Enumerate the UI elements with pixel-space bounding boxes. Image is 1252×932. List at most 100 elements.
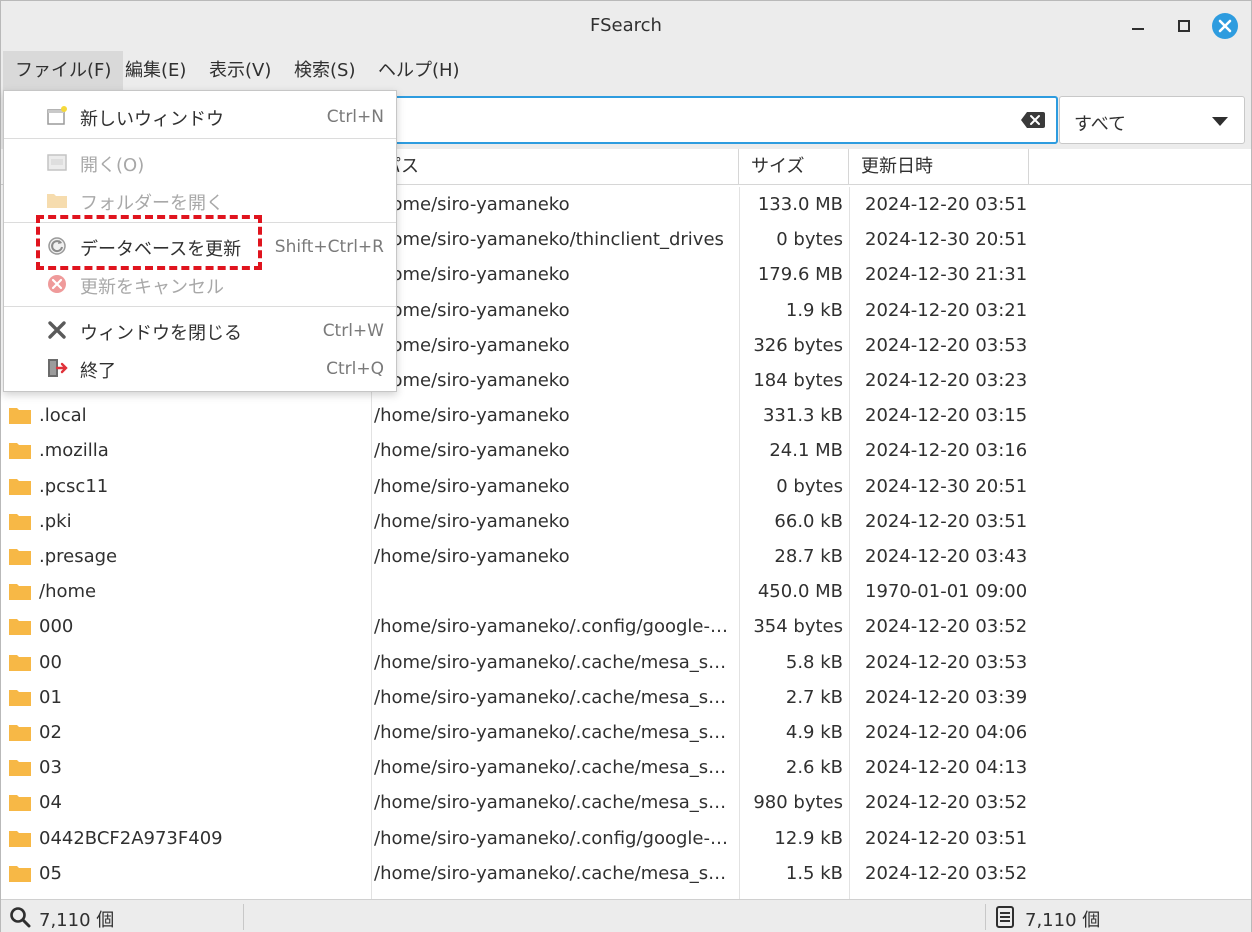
- file-size: 1.5 kB: [785, 863, 843, 884]
- open-folder-icon: [47, 194, 67, 208]
- menu-item-update-database[interactable]: データベースを更新 Shift+Ctrl+R: [4, 227, 396, 265]
- maximize-button[interactable]: [1171, 13, 1197, 39]
- file-path: /home/siro-yamaneko: [374, 300, 570, 321]
- file-size: 24.1 MB: [769, 440, 843, 461]
- file-size: 2.7 kB: [785, 687, 843, 708]
- table-row[interactable]: 00/home/siro-yamaneko/.cache/mesa_s… 5.8 …: [1, 645, 1251, 680]
- menu-view[interactable]: 表示(V): [197, 51, 283, 91]
- file-size: 331.3 kB: [762, 405, 843, 426]
- folder-icon: [9, 725, 31, 741]
- search-icon: [10, 907, 31, 928]
- database-count: 7,110 個: [1025, 910, 1101, 931]
- file-path: /home/siro-yamaneko/.cache/mesa_s…: [374, 687, 727, 708]
- table-row[interactable]: 0442BCF2A973F409/home/siro-yamaneko/.con…: [1, 821, 1251, 856]
- menu-item-open[interactable]: 開く(O): [4, 143, 396, 181]
- table-row[interactable]: .local/home/siro-yamaneko 331.3 kB 2024-12…: [1, 398, 1251, 433]
- table-row[interactable]: 02/home/siro-yamaneko/.cache/mesa_s… 4.9 …: [1, 715, 1251, 750]
- file-size: 179.6 MB: [757, 264, 843, 285]
- file-name: 000: [39, 616, 74, 637]
- menu-file[interactable]: ファイル(F): [3, 51, 124, 91]
- clear-search-icon[interactable]: [1020, 111, 1046, 129]
- menu-item-close-window[interactable]: ウィンドウを閉じる Ctrl+W: [4, 311, 396, 349]
- menu-item-label: 終了: [80, 361, 116, 382]
- close-window-icon: [48, 321, 66, 339]
- menu-item-open-folder[interactable]: フォルダーを開く: [4, 181, 396, 219]
- file-modified: 2024-12-20 03:21: [865, 300, 1028, 321]
- menu-item-shortcut: Ctrl+Q: [326, 359, 384, 379]
- file-modified: 2024-12-20 03:52: [865, 616, 1028, 637]
- file-name: .pki: [39, 511, 72, 532]
- folder-icon: [9, 831, 31, 847]
- close-button[interactable]: [1212, 13, 1238, 39]
- column-size[interactable]: サイズ: [739, 149, 849, 185]
- file-size: 450.0 MB: [757, 581, 843, 602]
- menu-item-label: 更新をキャンセル: [80, 277, 224, 298]
- folder-icon: [9, 690, 31, 706]
- menu-edit[interactable]: 編集(E): [113, 51, 198, 91]
- file-name: .local: [39, 405, 87, 426]
- table-row[interactable]: .presage/home/siro-yamaneko 28.7 kB 2024-1…: [1, 539, 1251, 574]
- file-path: /home/siro-yamaneko: [374, 405, 570, 426]
- file-size: 66.0 kB: [774, 511, 843, 532]
- table-row[interactable]: .pcsc11/home/siro-yamaneko 0 bytes 2024-12…: [1, 469, 1251, 504]
- result-count: 7,110 個: [39, 910, 115, 931]
- title-bar: FSearch: [1, 1, 1251, 51]
- table-row[interactable]: 03/home/siro-yamaneko/.cache/mesa_s… 2.6 …: [1, 750, 1251, 785]
- file-modified: 2024-12-20 03:51: [865, 194, 1028, 215]
- file-path: /home/siro-yamaneko/.cache/mesa_s…: [374, 722, 727, 743]
- menu-help[interactable]: ヘルプ(H): [366, 51, 472, 91]
- menu-item-cancel-update[interactable]: 更新をキャンセル: [4, 265, 396, 303]
- file-name: 01: [39, 687, 62, 708]
- folder-icon: [9, 760, 31, 776]
- file-path: /home/siro-yamaneko/.cache/mesa_s…: [374, 863, 727, 884]
- file-size: 0 bytes: [776, 229, 843, 250]
- file-name: .mozilla: [39, 440, 109, 461]
- menu-item-quit[interactable]: 終了 Ctrl+Q: [4, 349, 396, 387]
- table-row[interactable]: /home 450.0 MB 1970-01-01 09:00: [1, 574, 1251, 609]
- menu-item-shortcut: Ctrl+W: [322, 321, 384, 341]
- column-modified[interactable]: 更新日時: [849, 149, 1029, 185]
- menu-item-label: データベースを更新: [80, 239, 242, 260]
- search-input[interactable]: [381, 96, 1058, 144]
- file-name: 02: [39, 722, 62, 743]
- file-path: /home/siro-yamaneko: [374, 335, 570, 356]
- file-modified: 2024-12-20 03:43: [865, 546, 1028, 567]
- file-path: /home/siro-yamaneko: [374, 264, 570, 285]
- menu-search[interactable]: 検索(S): [282, 51, 367, 91]
- file-path: /home/siro-yamaneko: [374, 370, 570, 391]
- table-row[interactable]: 04/home/siro-yamaneko/.cache/mesa_s… 980 …: [1, 785, 1251, 820]
- menu-item-new-window[interactable]: 新しいウィンドウ Ctrl+N: [4, 97, 396, 135]
- file-modified: 2024-12-20 03:53: [865, 652, 1028, 673]
- table-row[interactable]: .mozilla/home/siro-yamaneko 24.1 MB 2024-1…: [1, 433, 1251, 468]
- file-path: /home/siro-yamaneko/.cache/mesa_s…: [374, 757, 727, 778]
- file-size: 980 bytes: [753, 792, 843, 813]
- file-modified: 2024-12-20 03:52: [865, 792, 1028, 813]
- database-icon: [996, 906, 1014, 928]
- file-path: [374, 574, 734, 609]
- table-row[interactable]: .pki/home/siro-yamaneko 66.0 kB 2024-12-20…: [1, 504, 1251, 539]
- file-modified: 2024-12-20 03:51: [865, 828, 1028, 849]
- folder-icon: [9, 619, 31, 635]
- minimize-button[interactable]: [1125, 13, 1151, 39]
- table-row[interactable]: 01/home/siro-yamaneko/.cache/mesa_s… 2.7 …: [1, 680, 1251, 715]
- status-bar: 7,110 個 7,110 個: [1, 899, 1251, 932]
- file-modified: 1970-01-01 09:00: [865, 581, 1028, 602]
- file-menu-dropdown: 新しいウィンドウ Ctrl+N 開く(O) フォルダーを開く データベースを更新: [3, 90, 397, 392]
- file-path: /home/siro-yamaneko: [374, 511, 570, 532]
- menu-item-shortcut: Ctrl+N: [326, 107, 384, 127]
- table-row[interactable]: 000/home/siro-yamaneko/.config/google-… 3…: [1, 609, 1251, 644]
- file-path: /home/siro-yamaneko: [374, 546, 570, 567]
- column-path[interactable]: パス: [371, 149, 739, 185]
- file-path: /home/siro-yamaneko: [374, 440, 570, 461]
- filter-select[interactable]: すべて: [1059, 96, 1245, 144]
- file-modified: 2024-12-20 03:23: [865, 370, 1028, 391]
- table-row[interactable]: 05/home/siro-yamaneko/.cache/mesa_s… 1.5 …: [1, 856, 1251, 891]
- file-path: /home/siro-yamaneko/thinclient_drives: [374, 229, 724, 250]
- file-name: .pcsc11: [39, 476, 109, 497]
- file-size: 184 bytes: [753, 370, 843, 391]
- file-modified: 2024-12-30 20:51: [865, 229, 1028, 250]
- file-size: 4.9 kB: [785, 722, 843, 743]
- menu-item-label: ウィンドウを閉じる: [80, 323, 242, 344]
- file-path: /home/siro-yamaneko/.cache/mesa_s…: [374, 652, 727, 673]
- folder-icon: [9, 549, 31, 565]
